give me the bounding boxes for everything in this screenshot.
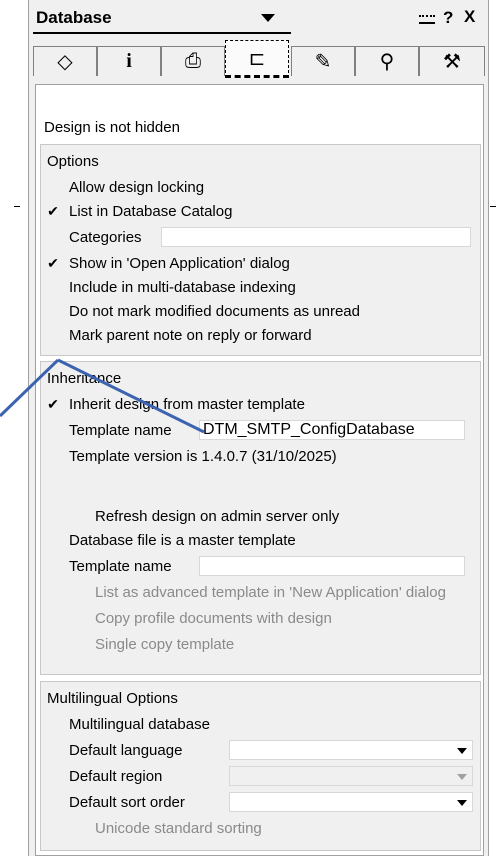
tab-full-text[interactable]: ⚲ <box>355 46 419 76</box>
inheritance-section-title: Inheritance <box>47 370 122 387</box>
categories-input[interactable] <box>161 227 471 247</box>
list-as-advanced-checkbox[interactable]: List as advanced template in 'New Applic… <box>71 582 446 602</box>
info-icon: i <box>126 50 132 72</box>
chevron-down-icon <box>457 774 467 780</box>
search-index-icon: ⚲ <box>379 51 395 73</box>
checkbox-box <box>71 508 87 524</box>
show-in-open-app-checkbox[interactable]: ✔ Show in 'Open Application' dialog <box>45 253 290 273</box>
properties-type-title[interactable]: Database <box>36 8 112 28</box>
checkbox-box <box>45 327 61 343</box>
checkbox-box <box>45 716 61 732</box>
print-icon: ⎙ <box>185 50 201 72</box>
tab-basics[interactable]: ◇ <box>33 46 97 76</box>
options-section-title: Options <box>47 153 99 170</box>
keyboard-icon[interactable] <box>419 15 435 24</box>
copy-profile-docs-checkbox[interactable]: Copy profile documents with design <box>71 608 332 628</box>
tab-advanced[interactable]: ⚒ <box>419 46 485 76</box>
default-region-label: Default region <box>69 767 163 785</box>
checkbox-box <box>45 303 61 319</box>
template-version-text: Template version is 1.4.0.7 (31/10/2025) <box>69 447 337 465</box>
master-template-name-input[interactable] <box>199 556 465 576</box>
inherit-design-checkbox[interactable]: ✔ Inherit design from master template <box>45 394 305 414</box>
edge-tick-mark <box>14 206 20 207</box>
checkbox-box <box>45 279 61 295</box>
mark-parent-note-checkbox[interactable]: Mark parent note on reply or forward <box>45 325 312 345</box>
default-sort-label: Default sort order <box>69 793 185 811</box>
panel-titlebar: Database ? X <box>29 0 488 38</box>
help-icon[interactable]: ? <box>443 8 453 28</box>
basics-icon: ◇ <box>57 51 73 73</box>
design-tab-content: Design is not hidden Options Allow desig… <box>35 84 484 856</box>
master-template-checkbox[interactable]: Database file is a master template <box>45 530 296 550</box>
chevron-down-icon[interactable] <box>261 14 275 22</box>
advanced-icon: ⚒ <box>443 51 461 73</box>
multi-db-indexing-checkbox[interactable]: Include in multi-database indexing <box>45 277 296 297</box>
tab-print[interactable]: ⎙ <box>161 46 225 76</box>
chevron-down-icon <box>457 748 467 754</box>
checkbox-box <box>71 636 87 652</box>
tab-info[interactable]: i <box>97 46 161 76</box>
default-language-label: Default language <box>69 741 183 759</box>
checkmark-icon: ✔ <box>47 395 59 412</box>
default-language-select[interactable] <box>229 740 473 760</box>
checkbox-box <box>71 584 87 600</box>
categories-label: Categories <box>69 228 142 246</box>
design-status-text: Design is not hidden <box>44 119 180 136</box>
title-underline <box>33 32 291 34</box>
default-sort-select[interactable] <box>229 792 473 812</box>
database-properties-panel: Database ? X ◇ i ⎙ ⊏ ✎ ⚲ ⚒ Design is not… <box>28 0 489 856</box>
close-icon[interactable]: X <box>464 7 475 27</box>
multilingual-section-title: Multilingual Options <box>47 690 178 707</box>
template-name-input[interactable]: DTM_SMTP_ConfigDatabase <box>199 420 465 440</box>
master-template-name-label: Template name <box>69 557 172 575</box>
unicode-sorting-checkbox[interactable]: Unicode standard sorting <box>71 818 262 838</box>
allow-design-locking-checkbox[interactable]: Allow design locking <box>45 177 204 197</box>
checkmark-icon: ✔ <box>47 254 59 271</box>
multilingual-db-checkbox[interactable]: Multilingual database <box>45 714 210 734</box>
do-not-mark-unread-checkbox[interactable]: Do not mark modified documents as unread <box>45 301 360 321</box>
checkbox-box <box>71 820 87 836</box>
list-in-catalog-checkbox[interactable]: ✔ List in Database Catalog <box>45 201 232 221</box>
multilingual-section: Multilingual Options Multilingual databa… <box>40 681 481 851</box>
checkbox-box <box>45 179 61 195</box>
checkbox-box <box>45 532 61 548</box>
template-name-label: Template name <box>69 421 172 439</box>
checkbox-box <box>71 610 87 626</box>
default-region-select[interactable] <box>229 766 473 786</box>
tab-design[interactable]: ⊏ <box>225 40 289 78</box>
options-section: Options Allow design locking ✔ List in Da… <box>40 144 481 356</box>
checkmark-icon: ✔ <box>47 202 59 219</box>
edge-tick-mark <box>490 206 496 207</box>
launch-icon: ✎ <box>314 51 332 73</box>
refresh-design-checkbox[interactable]: Refresh design on admin server only <box>71 506 339 526</box>
inheritance-section: Inheritance ✔ Inherit design from master … <box>40 361 481 675</box>
design-icon: ⊏ <box>248 47 266 70</box>
tab-launch[interactable]: ✎ <box>291 46 355 76</box>
single-copy-template-checkbox[interactable]: Single copy template <box>71 634 234 654</box>
tab-bar: ◇ i ⎙ ⊏ ✎ ⚲ ⚒ <box>33 40 486 80</box>
chevron-down-icon <box>457 800 467 806</box>
